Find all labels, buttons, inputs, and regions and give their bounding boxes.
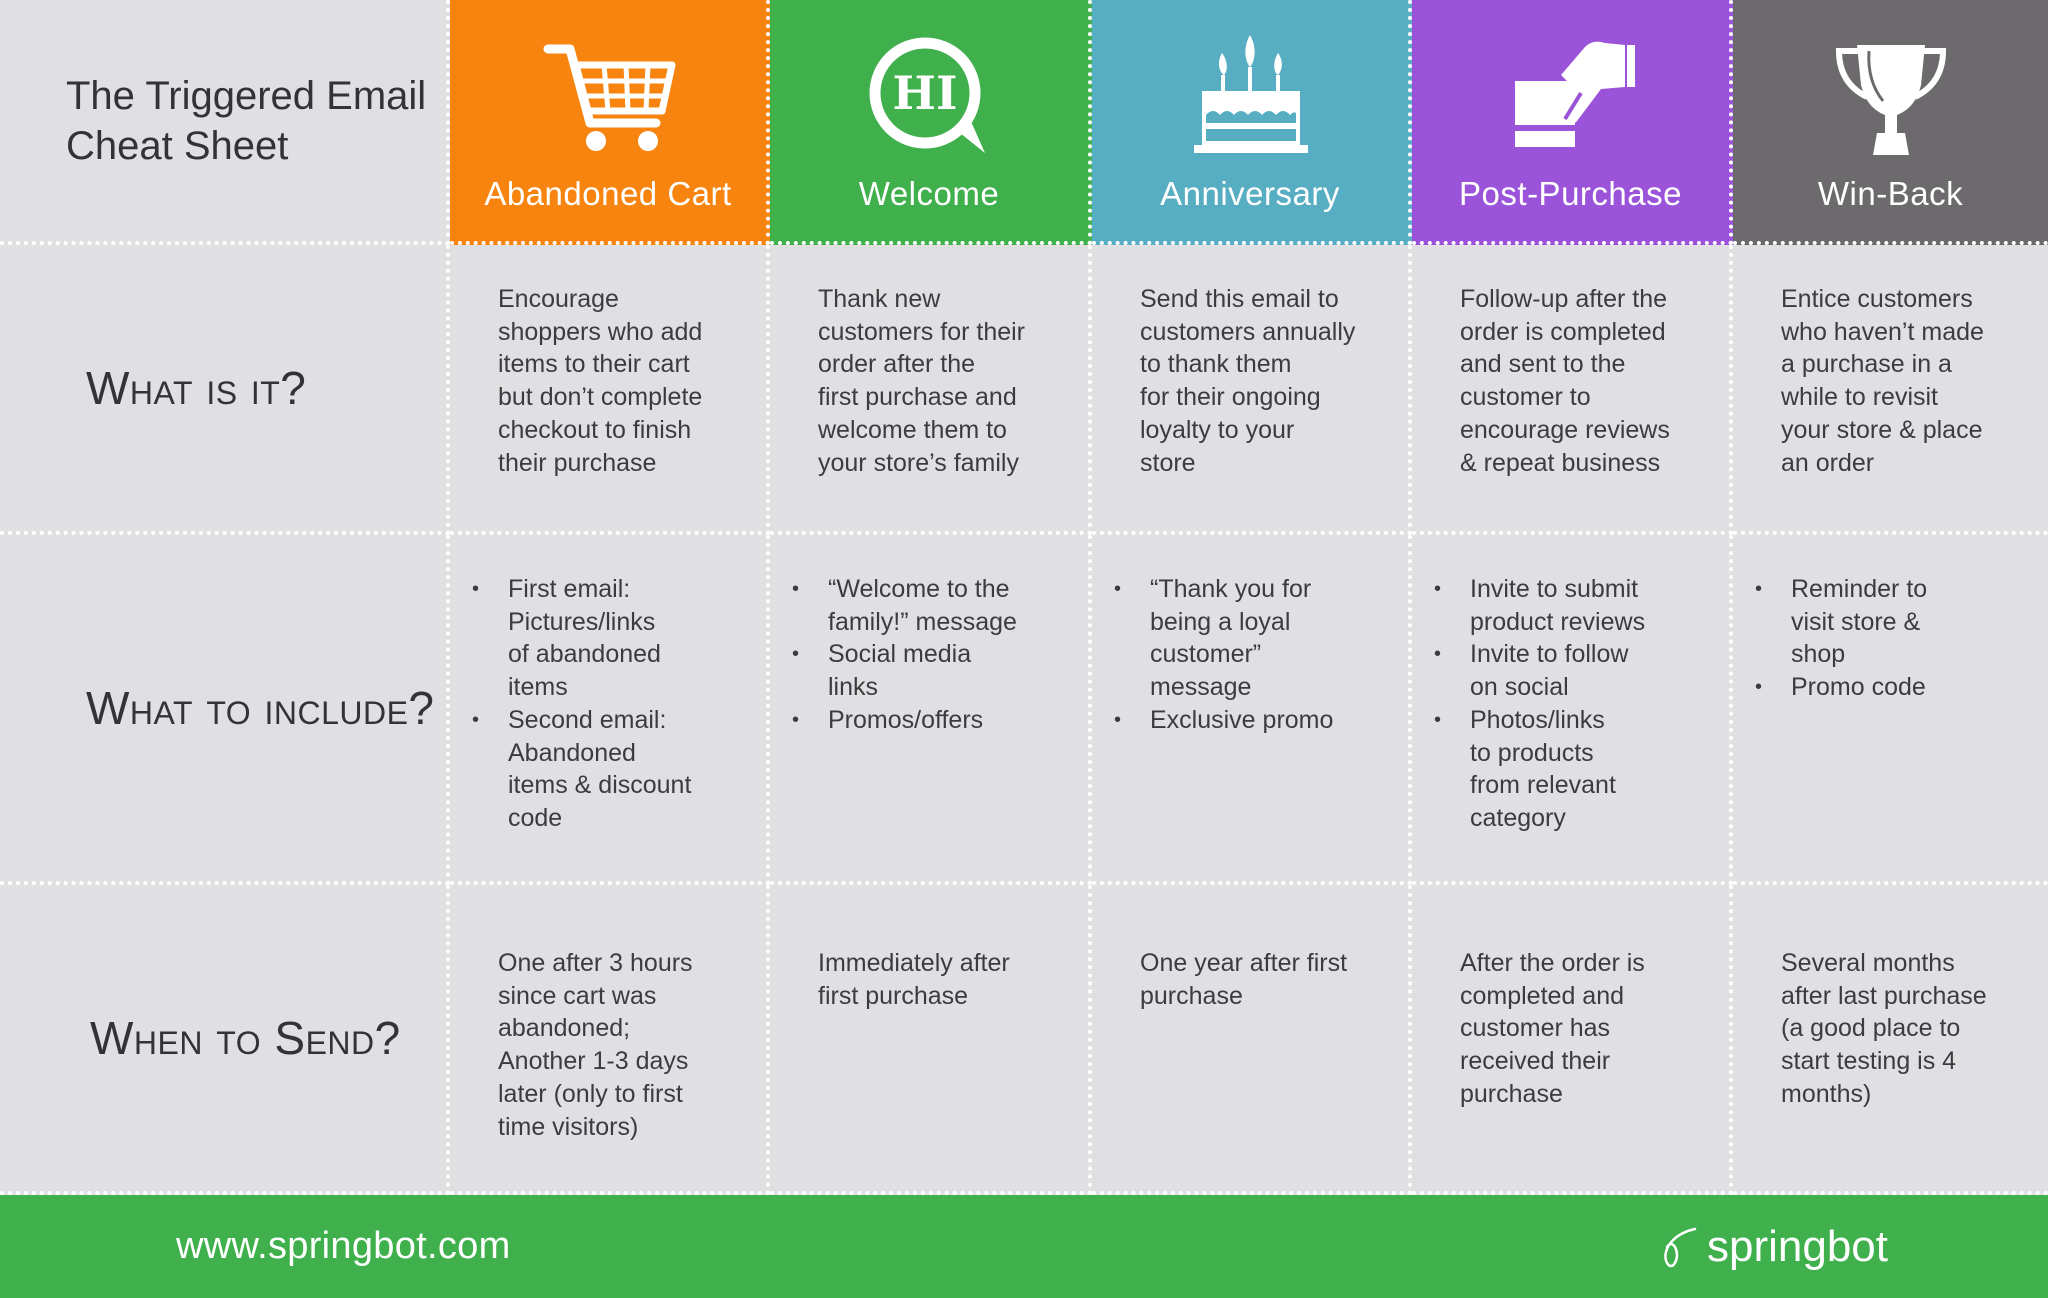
what-is-it-anniversary: Send this email to customers annually to… xyxy=(1092,245,1412,535)
list-item: Photos/links to products from relevant c… xyxy=(1434,704,1709,835)
what-to-include-abandoned-cart: First email: Pictures/links of abandoned… xyxy=(450,535,770,885)
shopping-cart-icon xyxy=(538,31,678,161)
list-item: Invite to submit product reviews xyxy=(1434,573,1709,638)
column-label: Win-Back xyxy=(1817,175,1964,212)
list-item: “Thank you for being a loyal customer” m… xyxy=(1114,573,1388,704)
timing-text: One after 3 hours since cart was abandon… xyxy=(498,949,693,1141)
description-text: Send this email to customers annually to… xyxy=(1140,285,1356,477)
list-item: Social media links xyxy=(792,638,1068,703)
what-is-it-post-purchase: Follow-up after the order is completed a… xyxy=(1412,245,1733,535)
column-label: Post-Purchase xyxy=(1459,175,1682,212)
footer-bar: www.springbot.com springbot xyxy=(0,1195,2048,1298)
what-to-include-welcome: “Welcome to the family!” message Social … xyxy=(770,535,1092,885)
when-to-send-anniversary: One year after first purchase xyxy=(1092,885,1412,1195)
hi-speech-bubble-icon: HI xyxy=(859,31,999,161)
title-cell: The Triggered Email Cheat Sheet xyxy=(0,0,450,245)
row-label-what-to-include: What to include? xyxy=(0,535,450,885)
column-header-welcome: HI Welcome xyxy=(770,0,1092,245)
svg-text:HI: HI xyxy=(893,66,958,120)
description-text: Thank new customers for their order afte… xyxy=(818,285,1026,477)
hand-card-payment-icon xyxy=(1501,31,1641,161)
row-label-when-to-send: When to Send? xyxy=(0,885,450,1195)
list-item: Reminder to visit store & shop xyxy=(1755,573,2028,671)
description-text: Entice customers who haven’t made a purc… xyxy=(1781,285,1984,477)
timing-text: Immediately after first purchase xyxy=(818,949,1010,1010)
list-item: Promos/offers xyxy=(792,704,1068,737)
what-is-it-welcome: Thank new customers for their order afte… xyxy=(770,245,1092,535)
list-item: Second email: Abandoned items & discount… xyxy=(472,704,746,835)
what-to-include-win-back: Reminder to visit store & shop Promo cod… xyxy=(1733,535,2048,885)
include-list: First email: Pictures/links of abandoned… xyxy=(472,573,746,835)
list-item: Exclusive promo xyxy=(1114,704,1388,737)
what-to-include-post-purchase: Invite to submit product reviews Invite … xyxy=(1412,535,1733,885)
springbot-logo: springbot xyxy=(1659,1222,1888,1272)
website-link[interactable]: www.springbot.com xyxy=(176,1225,511,1268)
include-list: Invite to submit product reviews Invite … xyxy=(1434,573,1709,835)
logo-text: springbot xyxy=(1706,1221,1888,1271)
trophy-icon xyxy=(1821,31,1961,161)
column-header-abandoned-cart: Abandoned Cart xyxy=(450,0,770,245)
what-to-include-anniversary: “Thank you for being a loyal customer” m… xyxy=(1092,535,1412,885)
include-list: Reminder to visit store & shop Promo cod… xyxy=(1755,573,2028,704)
column-label: Anniversary xyxy=(1160,175,1340,212)
column-label: Abandoned Cart xyxy=(484,175,732,212)
list-item: Invite to follow on social xyxy=(1434,638,1709,703)
timing-text: Several months after last purchase (a go… xyxy=(1781,949,1987,1108)
column-label: Welcome xyxy=(858,175,1000,212)
list-item: “Welcome to the family!” message xyxy=(792,573,1068,638)
include-list: “Welcome to the family!” message Social … xyxy=(792,573,1068,737)
springbot-swirl-icon xyxy=(1664,1227,1697,1267)
description-text: Encourage shoppers who add items to thei… xyxy=(498,285,703,477)
what-is-it-abandoned-cart: Encourage shoppers who add items to thei… xyxy=(450,245,770,535)
when-to-send-welcome: Immediately after first purchase xyxy=(770,885,1092,1195)
include-list: “Thank you for being a loyal customer” m… xyxy=(1114,573,1388,737)
what-is-it-win-back: Entice customers who haven’t made a purc… xyxy=(1733,245,2048,535)
column-header-post-purchase: Post-Purchase xyxy=(1412,0,1733,245)
list-item: Promo code xyxy=(1755,671,2028,704)
row-label-what-is-it: What is it? xyxy=(0,245,450,535)
when-to-send-abandoned-cart: One after 3 hours since cart was abandon… xyxy=(450,885,770,1195)
cheat-sheet-grid: The Triggered Email Cheat Sheet Abandone… xyxy=(0,0,2048,1195)
when-to-send-win-back: Several months after last purchase (a go… xyxy=(1733,885,2048,1195)
column-header-win-back: Win-Back xyxy=(1733,0,2048,245)
timing-text: After the order is completed and custome… xyxy=(1460,949,1645,1108)
list-item: First email: Pictures/links of abandoned… xyxy=(472,573,746,704)
when-to-send-post-purchase: After the order is completed and custome… xyxy=(1412,885,1733,1195)
page-title: The Triggered Email Cheat Sheet xyxy=(66,73,427,168)
column-header-anniversary: Anniversary xyxy=(1092,0,1412,245)
timing-text: One year after first purchase xyxy=(1140,949,1348,1010)
birthday-cake-icon xyxy=(1180,31,1320,161)
description-text: Follow-up after the order is completed a… xyxy=(1460,285,1670,477)
